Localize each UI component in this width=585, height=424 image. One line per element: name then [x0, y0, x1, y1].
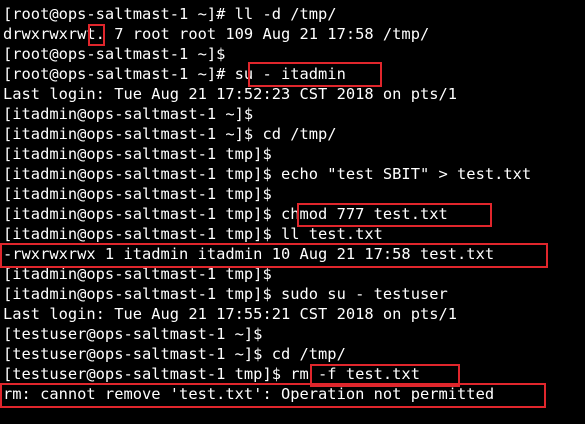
terminal-line: Last login: Tue Aug 21 17:52:23 CST 2018…	[3, 85, 458, 103]
terminal-line: [itadmin@ops-saltmast-1 ~]$	[3, 105, 254, 123]
terminal-line: [testuser@ops-saltmast-1 ~]$	[3, 325, 263, 343]
terminal-line: [itadmin@ops-saltmast-1 tmp]$ echo "test…	[3, 165, 532, 183]
terminal-line: rm: cannot remove 'test.txt': Operation …	[3, 385, 495, 403]
terminal-line: [root@ops-saltmast-1 ~]# ll -d /tmp/	[3, 5, 337, 23]
terminal-line: [itadmin@ops-saltmast-1 tmp]$	[3, 265, 272, 283]
terminal-line: [itadmin@ops-saltmast-1 tmp]$ ll test.tx…	[3, 225, 383, 243]
terminal-window[interactable]: [root@ops-saltmast-1 ~]# ll -d /tmp/ drw…	[0, 0, 585, 424]
terminal-line: -rwxrwxrwx 1 itadmin itadmin 10 Aug 21 1…	[3, 245, 495, 263]
terminal-line: [root@ops-saltmast-1 ~]# su - itadmin	[3, 65, 346, 83]
terminal-line: [testuser@ops-saltmast-1 ~]$ cd /tmp/	[3, 345, 346, 363]
terminal-line: [testuser@ops-saltmast-1 tmp]$ rm -f tes…	[3, 365, 420, 383]
terminal-line: drwxrwxrwt. 7 root root 109 Aug 21 17:58…	[3, 25, 430, 43]
terminal-line: [itadmin@ops-saltmast-1 tmp]$ sudo su - …	[3, 285, 448, 303]
terminal-line: [root@ops-saltmast-1 ~]$	[3, 45, 226, 63]
terminal-line: [itadmin@ops-saltmast-1 ~]$ cd /tmp/	[3, 125, 337, 143]
terminal-line: Last login: Tue Aug 21 17:55:21 CST 2018…	[3, 305, 458, 323]
terminal-line: [itadmin@ops-saltmast-1 tmp]$ chmod 777 …	[3, 205, 448, 223]
terminal-line: [itadmin@ops-saltmast-1 tmp]$	[3, 185, 272, 203]
terminal-line: [itadmin@ops-saltmast-1 tmp]$	[3, 145, 272, 163]
